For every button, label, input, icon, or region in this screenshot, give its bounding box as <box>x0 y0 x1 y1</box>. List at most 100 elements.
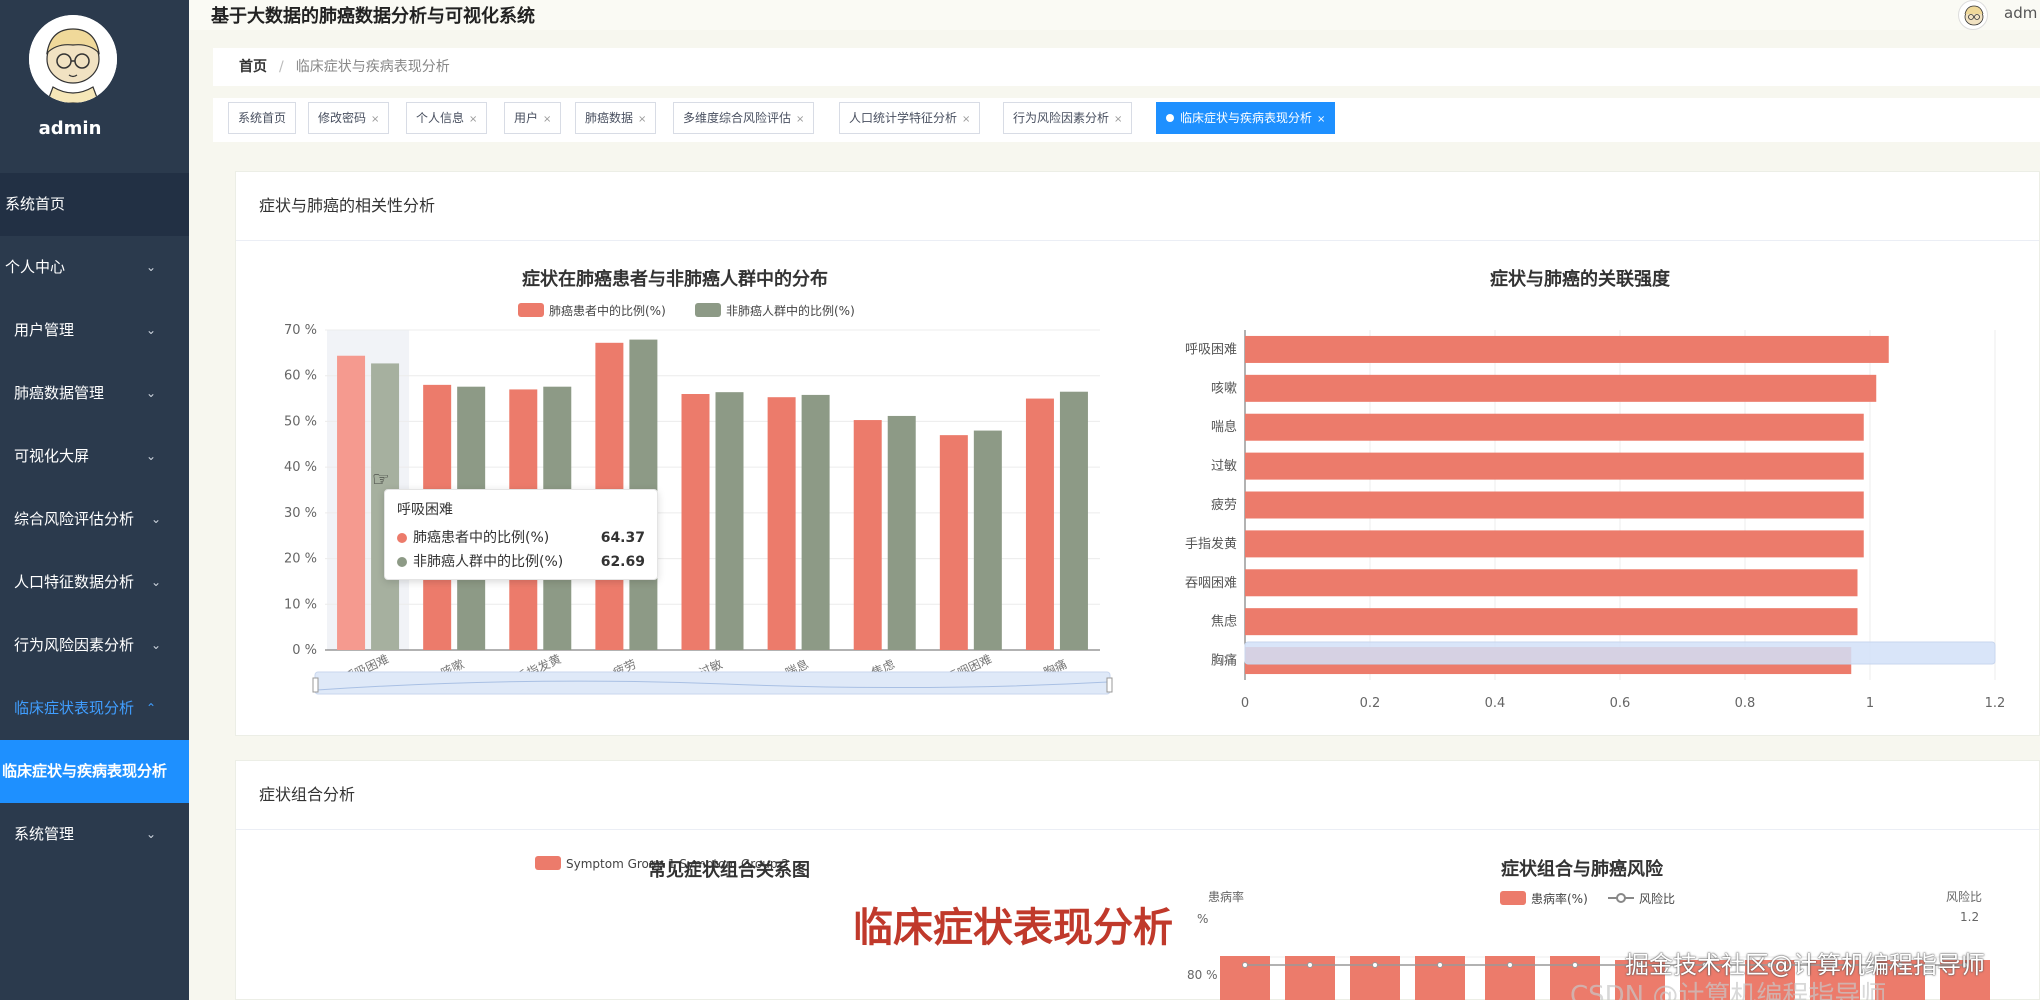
sidebar-item-label: 系统管理 <box>14 825 75 843</box>
chevron-down-icon: ⌄ <box>150 638 161 652</box>
header-username[interactable]: adm <box>2004 4 2037 22</box>
tooltip-row: 非肺癌人群中的比例(%) 62.69 <box>397 550 645 574</box>
bar <box>939 435 968 650</box>
sidebar-item-personal-center[interactable]: 个人中心 ⌄ <box>0 236 189 299</box>
sidebar-username: admin <box>38 118 102 139</box>
bar <box>973 430 1002 650</box>
legend-swatch <box>1500 891 1526 905</box>
tag-risk-assessment[interactable]: 多维度综合风险评估 × <box>673 102 815 134</box>
bar <box>801 394 830 650</box>
breadcrumb-current: 临床症状与疾病表现分析 <box>295 59 450 75</box>
close-icon[interactable]: × <box>469 114 477 125</box>
zoom-handle-right <box>1106 677 1113 693</box>
sidebar-item-user-management[interactable]: 用户管理 ⌄ <box>0 299 189 362</box>
tag-label: 肺癌数据 <box>585 111 634 125</box>
tag-change-password[interactable]: 修改密码 × <box>308 102 390 134</box>
sidebar-item-clinical-symptoms[interactable]: 临床症状表现分析 ⌃ <box>0 677 189 740</box>
close-icon[interactable]: × <box>371 114 379 125</box>
tag-label: 行为风险因素分析 <box>1013 111 1110 125</box>
sidebar: admin 系统首页 个人中心 ⌄ 用户管理 ⌄ 肺癌数据管理 ⌄ 可视化大屏 ⌄ 综合… <box>0 0 189 1000</box>
y-axis-label-right: 风险比 <box>1946 890 1983 904</box>
sidebar-item-label: 临床症状表现分析 <box>14 699 135 717</box>
distribution-bar-chart[interactable]: 0 %10 %20 %30 %40 %50 %60 %70 %呼吸困难 咳嗽 手指发… <box>240 310 1120 710</box>
close-icon[interactable]: × <box>638 114 646 125</box>
x-tick-label: 0 <box>1241 696 1249 710</box>
breadcrumb-home[interactable]: 首页 <box>239 59 267 75</box>
y-tick-label: 胸痛 <box>1211 653 1237 669</box>
y-tick-label: 40 % <box>284 460 317 475</box>
bar <box>1245 569 1858 597</box>
top-header: 基于大数据的肺癌数据分析与可视化系统 adm <box>189 0 2040 30</box>
chart-tooltip: 呼吸困难 肺癌患者中的比例(%) 64.37 非肺癌人群中的比例(%) 62.69 <box>384 489 658 580</box>
association-hbar-chart[interactable]: 0 0.2 0.4 0.6 0.8 1 1.2 呼吸困难咳嗽喘息过敏疲劳手指发黄吞咽困难焦虑胸… <box>1160 310 2010 710</box>
sidebar-item-label: 可视化大屏 <box>14 447 90 465</box>
combination-risk-title: 症状组合与肺癌风险 <box>1501 859 1663 880</box>
y-tick-label: 呼吸困难 <box>1185 342 1237 357</box>
bar <box>887 415 916 650</box>
y-tick-label: 咳嗽 <box>1211 381 1237 396</box>
card-divider <box>236 240 2039 241</box>
sidebar-item-behavior-risk[interactable]: 行为风险因素分析 ⌄ <box>0 614 189 677</box>
legend-label: 患病率(%) <box>1531 892 1588 906</box>
y-tick-label: 20 % <box>284 552 317 567</box>
bar <box>1245 452 1864 480</box>
y-tick-label: 吞咽困难 <box>1185 576 1237 591</box>
close-icon[interactable]: × <box>543 114 551 125</box>
bar <box>1025 398 1054 650</box>
bar <box>767 397 796 650</box>
bar <box>715 392 744 650</box>
tag-personal-info[interactable]: 个人信息 × <box>406 102 488 134</box>
legend-risk-ratio[interactable]: 风险比 <box>1608 890 1675 907</box>
tag-demographics[interactable]: 人口统计学特征分析 × <box>839 102 981 134</box>
sidebar-item-label: 行为风险因素分析 <box>14 636 135 654</box>
x-tick-label: 1 <box>1866 696 1874 710</box>
sidebar-item-home[interactable]: 系统首页 <box>0 173 189 236</box>
tag-home[interactable]: 系统首页 <box>228 102 297 134</box>
sidebar-item-risk-assessment[interactable]: 综合风险评估分析 ⌄ <box>0 488 189 551</box>
sidebar-item-lung-cancer-data[interactable]: 肺癌数据管理 ⌄ <box>0 362 189 425</box>
tooltip-value: 64.37 <box>600 530 645 546</box>
close-icon[interactable]: × <box>1114 114 1122 125</box>
sidebar-item-label: 临床症状与疾病表现分析 <box>2 762 168 780</box>
x-tick-label: 0.8 <box>1735 696 1756 710</box>
bar <box>681 394 710 650</box>
close-icon[interactable]: × <box>962 114 970 125</box>
card-divider <box>236 829 2039 830</box>
y-tick-label: 手指发黄 <box>1185 536 1237 552</box>
sidebar-item-label: 人口特征数据分析 <box>14 573 135 591</box>
avatar[interactable] <box>29 15 117 103</box>
tooltip-dot <box>397 557 407 567</box>
y-tick-label: 疲劳 <box>1211 497 1237 513</box>
y-axis-label-left: 患病率 <box>1208 890 1245 904</box>
sidebar-item-system-management[interactable]: 系统管理 ⌄ <box>0 803 189 866</box>
combination-graph-title: 常见症状组合关系图 <box>648 860 810 881</box>
breadcrumb: 首页 / 临床症状与疾病表现分析 <box>213 48 2040 86</box>
point <box>1372 962 1378 968</box>
card-title: 症状与肺癌的相关性分析 <box>259 196 436 215</box>
close-icon[interactable]: × <box>1317 114 1325 125</box>
sidebar-item-clinical-disease-analysis[interactable]: 临床症状与疾病表现分析 <box>0 740 189 803</box>
bar <box>1245 608 1858 636</box>
overlay-title: 临床症状表现分析 <box>853 905 1173 951</box>
y-tick-label: 60 % <box>284 369 317 384</box>
tooltip-title: 呼吸困难 <box>397 502 453 518</box>
chevron-down-icon: ⌄ <box>145 260 156 274</box>
header-avatar[interactable] <box>1958 0 1988 30</box>
zoom-handle-left <box>312 677 319 693</box>
tooltip-label: 肺癌患者中的比例(%) <box>413 530 550 546</box>
sidebar-item-demographics[interactable]: 人口特征数据分析 ⌄ <box>0 551 189 614</box>
bar <box>1245 413 1864 441</box>
bar <box>1245 491 1864 519</box>
tag-behavior-risk[interactable]: 行为风险因素分析 × <box>1003 102 1133 134</box>
tag-clinical-analysis[interactable]: 临床症状与疾病表现分析 × <box>1156 102 1336 134</box>
y-tick-label: 70 % <box>284 323 317 338</box>
legend-prevalence[interactable]: 患病率(%) <box>1500 890 1588 907</box>
chevron-down-icon: ⌄ <box>150 512 161 526</box>
x-tick-label: 1.2 <box>1985 696 2006 710</box>
close-icon[interactable]: × <box>796 114 804 125</box>
tag-user[interactable]: 用户 × <box>504 102 562 134</box>
tag-lung-cancer-data[interactable]: 肺癌数据 × <box>575 102 657 134</box>
x-tick-label: 0.4 <box>1485 696 1506 710</box>
sidebar-item-dashboard[interactable]: 可视化大屏 ⌄ <box>0 425 189 488</box>
chevron-down-icon: ⌄ <box>150 575 161 589</box>
